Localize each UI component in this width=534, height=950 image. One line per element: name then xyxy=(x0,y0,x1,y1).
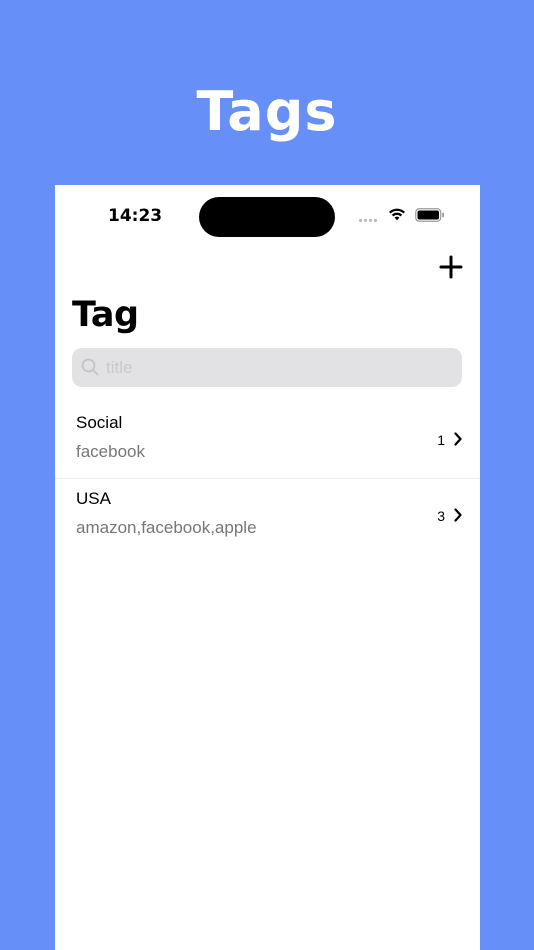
chevron-right-icon xyxy=(454,508,462,522)
tag-name: Social xyxy=(76,413,123,432)
tag-row-usa[interactable]: USA amazon,facebook,apple 3 xyxy=(55,478,480,554)
magnifier-icon xyxy=(81,358,99,376)
tag-name: USA xyxy=(76,489,111,508)
tag-row-social[interactable]: Social facebook 1 xyxy=(55,403,480,478)
promo-title: Tags xyxy=(196,80,338,143)
tag-sites: facebook xyxy=(76,442,145,461)
phone-screen: 14:23 Tag Social faceb xyxy=(55,185,480,950)
search-input[interactable] xyxy=(106,348,446,387)
add-tag-button[interactable] xyxy=(437,253,465,281)
dynamic-island xyxy=(199,197,335,237)
status-bar: 14:23 xyxy=(55,185,480,245)
status-time: 14:23 xyxy=(108,206,163,226)
battery-icon xyxy=(415,208,444,222)
page-title: Tag xyxy=(72,295,139,335)
search-bar[interactable] xyxy=(72,348,462,387)
tag-sites: amazon,facebook,apple xyxy=(76,518,257,537)
tag-count: 1 xyxy=(437,432,445,448)
tag-count: 3 xyxy=(437,508,445,524)
wifi-icon xyxy=(389,208,405,221)
tag-list: Social facebook 1 USA amazon,facebook,ap… xyxy=(55,403,480,554)
chevron-right-icon xyxy=(454,432,462,446)
cellular-signal-icon xyxy=(359,219,383,223)
plus-icon xyxy=(439,255,463,279)
